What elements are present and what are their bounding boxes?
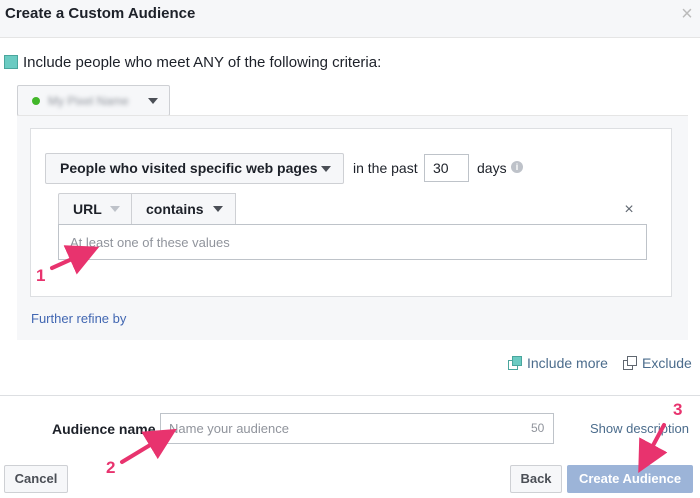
chevron-down-icon xyxy=(110,206,120,212)
include-more-label: Include more xyxy=(527,355,608,371)
annotation-number-3: 3 xyxy=(673,400,683,419)
annotation-number-2: 2 xyxy=(106,458,116,477)
back-button[interactable]: Back xyxy=(510,465,562,493)
operator-dropdown-value: contains xyxy=(146,201,204,217)
chevron-down-icon xyxy=(148,98,158,104)
field-dropdown-value: URL xyxy=(73,201,102,217)
audience-name-input[interactable] xyxy=(160,413,554,444)
field-dropdown[interactable]: URL xyxy=(58,193,132,225)
dialog-header: Create a Custom Audience × xyxy=(0,0,700,38)
exclude-button[interactable]: Exclude xyxy=(623,355,692,371)
status-dot-icon xyxy=(32,96,40,105)
values-input[interactable] xyxy=(58,224,647,260)
cancel-button[interactable]: Cancel xyxy=(4,465,68,493)
show-description-link[interactable]: Show description xyxy=(590,421,689,436)
annotation-number-1: 1 xyxy=(36,266,46,285)
info-icon[interactable]: i xyxy=(511,161,523,173)
further-refine-link[interactable]: Further refine by xyxy=(31,311,126,326)
remove-filter-icon[interactable]: × xyxy=(620,201,638,219)
source-dropdown[interactable]: My Pixel Name xyxy=(17,85,170,116)
chevron-down-icon xyxy=(213,206,223,212)
include-more-icon xyxy=(508,356,522,370)
rule-type-value: People who visited specific web pages xyxy=(60,160,318,176)
rule-type-dropdown[interactable]: People who visited specific web pages xyxy=(45,153,344,184)
create-audience-button[interactable]: Create Audience xyxy=(567,465,693,493)
criteria-row: Include people who meet ANY of the follo… xyxy=(4,52,381,72)
include-more-button[interactable]: Include more xyxy=(508,355,608,371)
chevron-down-icon xyxy=(321,166,331,172)
criteria-square-icon xyxy=(4,55,18,69)
operator-dropdown[interactable]: contains xyxy=(132,193,236,225)
close-icon[interactable]: × xyxy=(676,2,698,26)
days-input[interactable] xyxy=(424,154,469,182)
criteria-text: Include people who meet ANY of the follo… xyxy=(23,53,382,71)
dialog-title: Create a Custom Audience xyxy=(5,5,196,22)
exclude-icon xyxy=(623,356,637,370)
character-count: 50 xyxy=(531,421,545,435)
in-the-past-label: in the past xyxy=(353,160,418,176)
footer-divider xyxy=(0,395,700,396)
audience-name-label: Audience name xyxy=(52,421,156,437)
source-dropdown-value: My Pixel Name xyxy=(48,93,129,108)
exclude-label: Exclude xyxy=(642,355,692,371)
days-label: days xyxy=(477,160,507,176)
